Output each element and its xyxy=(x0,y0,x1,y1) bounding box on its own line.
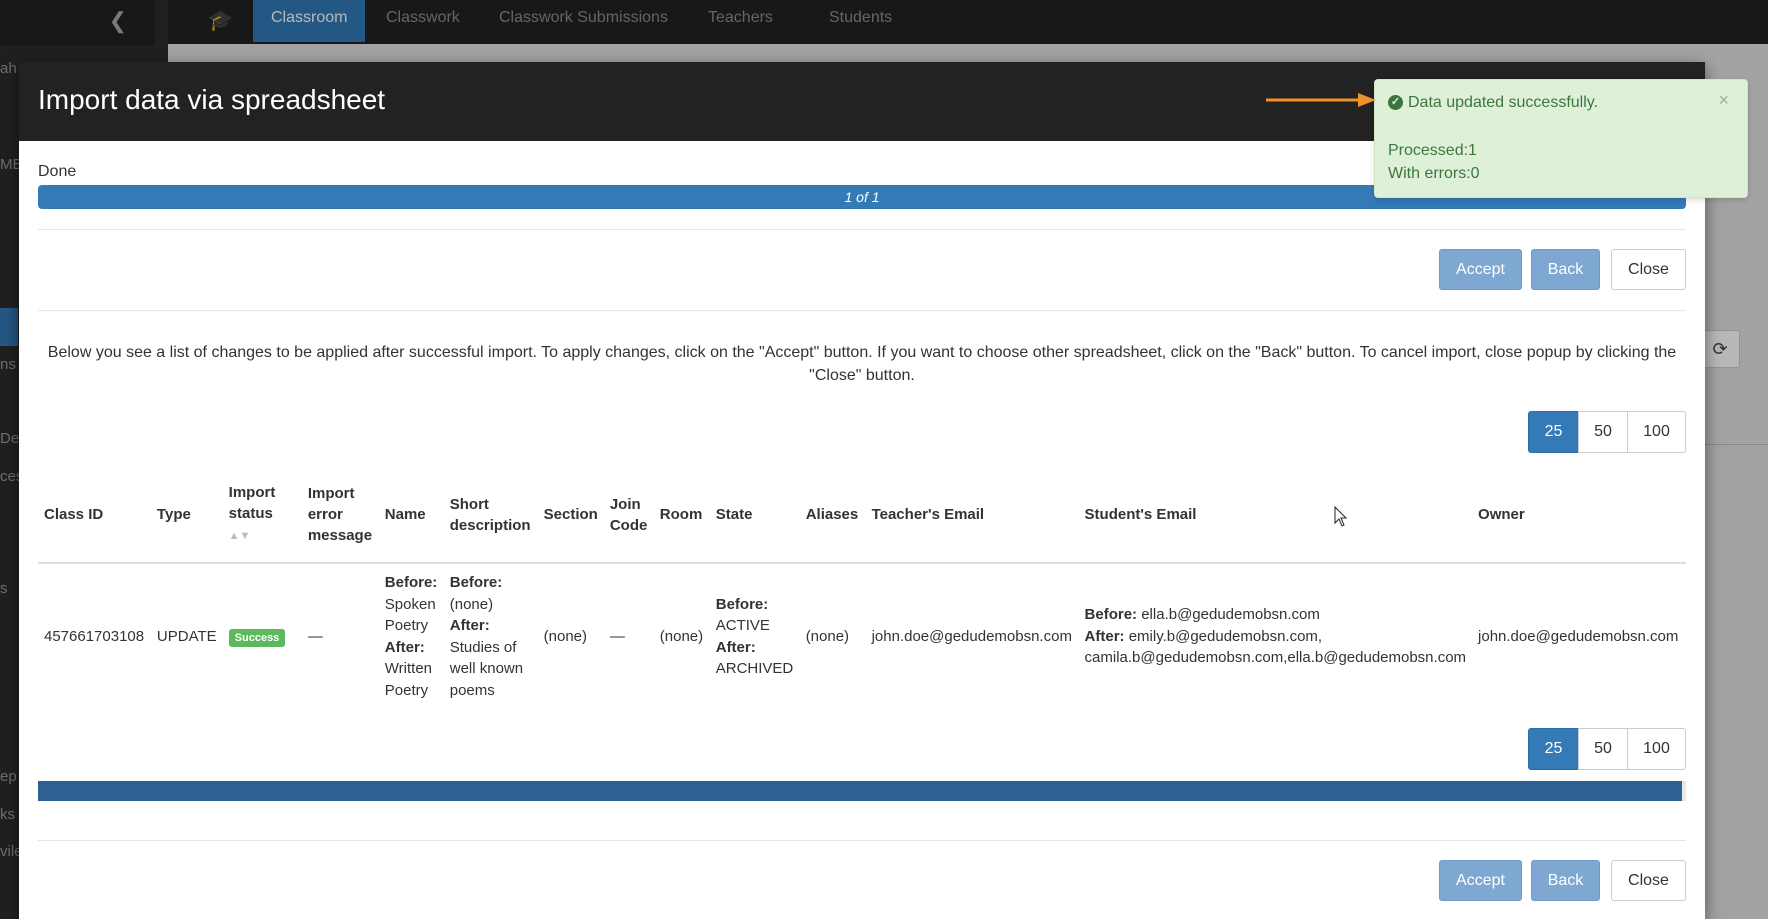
page-size-selector-bottom: 25 50 100 xyxy=(1528,728,1686,770)
close-icon[interactable]: × xyxy=(1718,90,1729,111)
cell-teacher-email: john.doe@gedudemobsn.com xyxy=(871,627,1072,645)
page-size-50[interactable]: 50 xyxy=(1578,411,1628,453)
cell-room: (none) xyxy=(659,627,704,645)
column-header-import-status[interactable]: Import status ▲▼ xyxy=(222,467,302,564)
page-size-25[interactable]: 25 xyxy=(1528,728,1579,770)
cell-short-description: Before: (none) After: Studies of well kn… xyxy=(449,574,524,699)
sort-icon[interactable]: ▲▼ xyxy=(229,530,251,542)
column-header-type[interactable]: Type xyxy=(150,467,223,564)
cell-import-error: — xyxy=(307,627,323,645)
accept-button[interactable]: Accept xyxy=(1439,249,1522,290)
column-header-owner[interactable]: Owner xyxy=(1472,467,1686,564)
horizontal-scrollbar[interactable] xyxy=(38,781,1686,801)
import-status-label: Done xyxy=(38,163,77,180)
cell-student-email: Before: ella.b@gedudemobsn.com After: em… xyxy=(1084,606,1467,667)
divider xyxy=(38,840,1686,841)
page-size-100[interactable]: 100 xyxy=(1627,411,1686,453)
cell-section: (none) xyxy=(543,627,587,645)
page-size-50[interactable]: 50 xyxy=(1578,728,1628,770)
page-size-selector: 25 50 100 xyxy=(1528,411,1686,453)
close-button[interactable]: Close xyxy=(1611,249,1686,290)
cell-type: UPDATE xyxy=(156,627,217,645)
changes-table: Class ID Type Import status ▲▼ Import er… xyxy=(38,467,1686,709)
column-header-short-description[interactable]: Short description xyxy=(443,467,538,564)
toast-errors: With errors:0 xyxy=(1388,165,1480,182)
close-button[interactable]: Close xyxy=(1611,860,1686,901)
cell-join-code: — xyxy=(609,627,625,645)
column-header-join-code[interactable]: Join Code xyxy=(603,467,654,564)
column-header-state[interactable]: State xyxy=(709,467,800,564)
toast-processed: Processed:1 xyxy=(1388,142,1477,159)
column-header-teacher-email[interactable]: Teacher's Email xyxy=(865,467,1079,564)
column-header-room[interactable]: Room xyxy=(653,467,710,564)
page-size-100[interactable]: 100 xyxy=(1627,728,1686,770)
column-header-class-id[interactable]: Class ID xyxy=(38,467,151,564)
column-header-name[interactable]: Name xyxy=(378,467,444,564)
cell-name: Before: Spoken Poetry After: Written Poe… xyxy=(384,574,438,699)
back-button[interactable]: Back xyxy=(1531,860,1600,901)
divider xyxy=(38,310,1686,311)
import-instructions: Below you see a list of changes to be ap… xyxy=(47,344,1677,384)
cell-aliases: (none) xyxy=(805,627,850,645)
table-header-row: Class ID Type Import status ▲▼ Import er… xyxy=(38,467,1686,564)
success-toast: ✓ Data updated successfully. × Processed… xyxy=(1374,79,1748,198)
status-badge: Success xyxy=(228,628,286,647)
table-row: 457661703108 UPDATE Success — Before: Sp… xyxy=(38,563,1686,709)
column-header-student-email[interactable]: Student's Email xyxy=(1078,467,1473,564)
toast-message: Data updated successfully. xyxy=(1408,94,1599,111)
column-header-section[interactable]: Section xyxy=(537,467,604,564)
accept-button[interactable]: Accept xyxy=(1439,860,1522,901)
mouse-cursor-icon xyxy=(1334,506,1348,527)
cell-import-status: Success xyxy=(223,563,302,709)
cell-state: Before: ACTIVE After: ARCHIVED xyxy=(715,595,794,678)
column-header-import-error[interactable]: Import error message xyxy=(301,467,379,564)
arrow-annotation-icon xyxy=(1266,93,1376,107)
back-button[interactable]: Back xyxy=(1531,249,1600,290)
page-size-25[interactable]: 25 xyxy=(1528,411,1579,453)
column-header-aliases[interactable]: Aliases xyxy=(799,467,866,564)
cell-class-id: 457661703108 xyxy=(44,627,145,645)
divider xyxy=(38,229,1686,230)
check-circle-icon: ✓ xyxy=(1388,95,1403,110)
cell-owner: john.doe@gedudemobsn.com xyxy=(1478,627,1679,645)
